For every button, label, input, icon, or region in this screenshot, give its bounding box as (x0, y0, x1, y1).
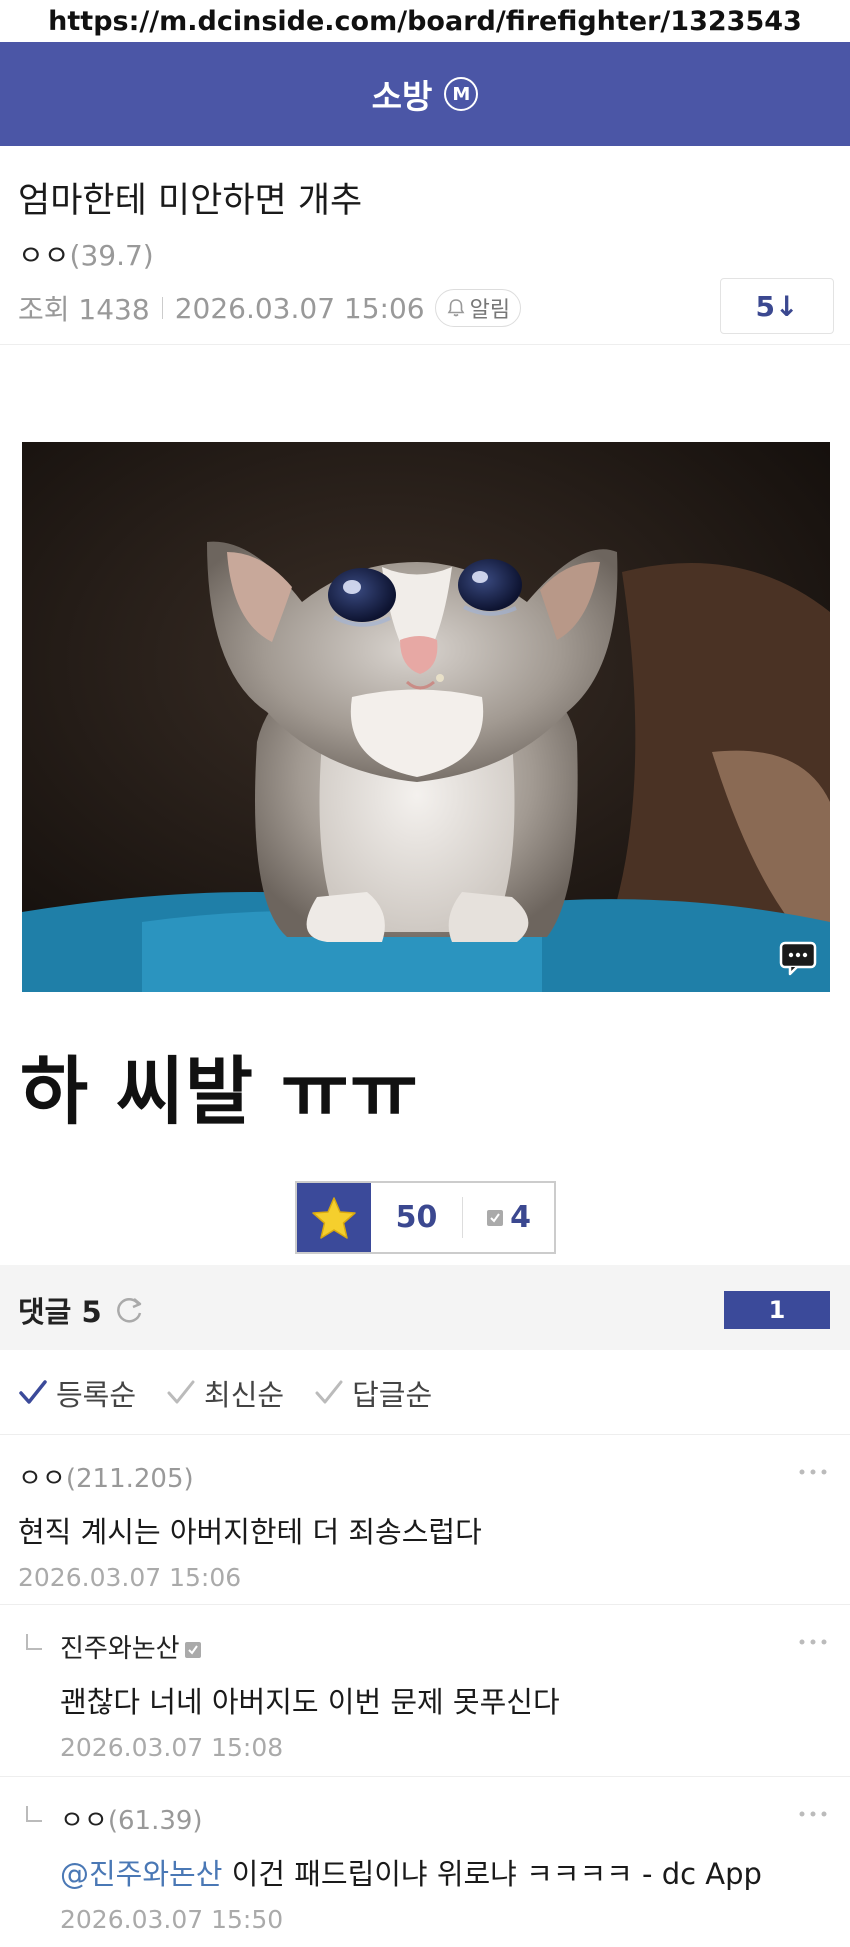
url-bar[interactable]: https://m.dcinside.com/board/firefighter… (0, 0, 850, 42)
fixed-nick-icon (487, 1209, 504, 1226)
post-date: 2026.03.07 15:06 (174, 291, 425, 325)
divider (0, 344, 850, 345)
recommend-count: 50 (371, 1197, 463, 1238)
recommend-box: 50 4 (295, 1181, 556, 1254)
author-ip: (39.7) (69, 239, 154, 272)
post-image-crying-kitten[interactable] (22, 442, 830, 992)
nonrecommend-count: 4 (510, 1200, 531, 1235)
check-icon (19, 1380, 47, 1404)
nonrecommend-button[interactable]: 4 (463, 1183, 554, 1252)
divider (0, 1776, 850, 1777)
sort-by-replies[interactable]: 답글순 (314, 1372, 432, 1414)
comment-sort-bar: 등록순 최신순 답글순 (18, 1372, 462, 1414)
comment-jump-button[interactable]: 5↓ (720, 278, 834, 334)
comment-bubble-icon[interactable] (778, 940, 818, 978)
comment-count-label: 댓글 5 (18, 1295, 102, 1329)
sort-label: 최신순 (204, 1378, 285, 1412)
comment-author[interactable]: ㅇㅇ(211.205) (18, 1458, 482, 1495)
reply-indicator-icon (26, 1806, 42, 1822)
star-icon (312, 1196, 356, 1239)
divider (0, 1604, 850, 1605)
comment-author[interactable]: 진주와논산 (60, 1628, 560, 1665)
check-icon (315, 1380, 343, 1404)
comment-text: 현직 계시는 아버지한테 더 죄송스럽다 (18, 1515, 482, 1549)
gallery-name: 소방 (371, 77, 433, 116)
alarm-button[interactable]: 알림 (434, 289, 522, 327)
author-nickname: ㅇㅇ (18, 239, 70, 272)
comment-header: 댓글 5 1 (0, 1265, 850, 1350)
comment-item: ㅇㅇ(211.205) 현직 계시는 아버지한테 더 죄송스럽다 2026.03… (0, 1458, 850, 1598)
comment-count: 댓글 5 (18, 1289, 146, 1331)
more-icon[interactable] (798, 1468, 828, 1476)
divider (0, 1434, 850, 1435)
refresh-icon[interactable] (112, 1293, 146, 1327)
minor-gallery-badge: M (444, 77, 479, 111)
kitten-illustration (22, 442, 830, 992)
post-body-text: 하 씨발 ㅠㅠ (20, 1049, 419, 1135)
comment-author[interactable]: ㅇㅇ(61.39) (60, 1800, 762, 1837)
comment-text: 괜찮다 너네 아버지도 이번 문제 못푸신다 (60, 1685, 560, 1719)
comment-date: 2026.03.07 15:50 (60, 1905, 284, 1934)
more-icon[interactable] (798, 1638, 828, 1646)
gallery-header[interactable]: 소방 M (0, 42, 850, 146)
sort-label: 답글순 (352, 1378, 433, 1412)
comment-reply-item: 진주와논산 괜찮다 너네 아버지도 이번 문제 못푸신다 2026.03.07 … (0, 1628, 850, 1768)
mention-link[interactable]: @진주와논산 (60, 1857, 222, 1891)
meta-separator (161, 297, 163, 319)
sort-by-latest[interactable]: 최신순 (166, 1372, 284, 1414)
post-author[interactable]: ㅇㅇ(39.7) (18, 234, 154, 274)
sort-by-registration[interactable]: 등록순 (18, 1372, 136, 1414)
comment-date: 2026.03.07 15:08 (60, 1733, 284, 1762)
fixed-nick-icon (184, 1641, 201, 1658)
comment-page-button[interactable]: 1 (724, 1291, 830, 1329)
more-icon[interactable] (798, 1810, 828, 1818)
view-count: 조회 1438 (18, 293, 150, 326)
alarm-label: 알림 (469, 298, 511, 323)
check-icon (167, 1380, 195, 1404)
comment-text: @진주와논산 이건 패드립이냐 위로냐 ㅋㅋㅋㅋ - dc App (60, 1857, 762, 1891)
sort-label: 등록순 (56, 1378, 137, 1412)
reply-indicator-icon (26, 1634, 42, 1650)
recommend-button[interactable] (297, 1183, 371, 1252)
post-meta: 조회 1438 2026.03.07 15:06 알림 (18, 288, 522, 328)
comment-reply-item: ㅇㅇ(61.39) @진주와논산 이건 패드립이냐 위로냐 ㅋㅋㅋㅋ - dc … (0, 1800, 850, 1940)
comment-date: 2026.03.07 15:06 (18, 1563, 242, 1592)
bell-icon (447, 299, 465, 317)
post-title: 엄마한테 미안하면 개추 (18, 181, 363, 221)
